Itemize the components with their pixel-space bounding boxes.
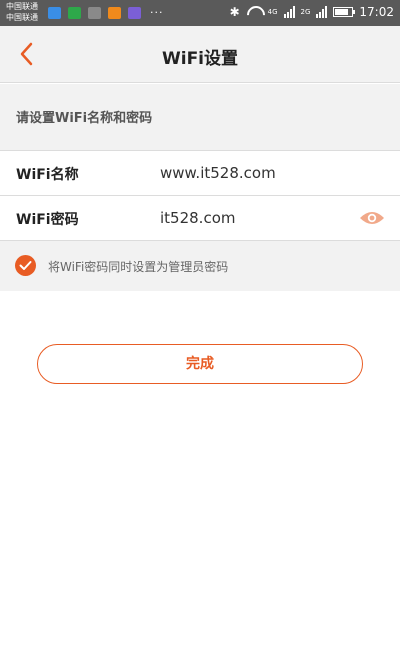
wifi-password-row: WiFi密码 [0,195,400,240]
network-type-4g: 4G [267,7,278,16]
checkmark-icon [19,261,32,270]
notification-icons: ··· [48,7,164,19]
app-notification-icon [48,7,61,19]
status-bar: 中国联通 中国联通 ··· ✱ 4G 2G 17:02 [0,0,400,26]
cell-signal-icon [316,6,328,18]
app-notification-icon [88,7,101,19]
battery-icon [333,7,356,17]
carrier-info: 中国联通 中国联通 [6,1,38,23]
app-notification-icon [68,7,81,19]
wifi-name-row: WiFi名称 [0,150,400,195]
page-title: WiFi设置 [161,49,239,69]
wifi-password-label: WiFi密码 [16,212,79,228]
system-status: ✱ 4G 2G 17:02 [230,5,394,19]
section-header-text: 请设置WiFi名称和密码 [16,111,153,126]
bluetooth-icon: ✱ [229,5,240,19]
cell-signal-icon [283,6,295,18]
app-notification-icon [108,7,121,19]
carrier-line-2: 中国联通 [6,13,38,22]
admin-password-checkbox[interactable] [15,255,36,276]
admin-password-option-label: 将WiFi密码同时设置为管理员密码 [48,260,229,274]
app-notification-icon [128,7,141,19]
wifi-signal-icon [246,6,262,18]
wifi-name-input[interactable] [160,160,340,186]
more-notifications-icon: ··· [150,6,164,19]
nav-bar: WiFi设置 [0,26,400,83]
clock: 17:02 [359,5,394,19]
eye-icon[interactable] [359,210,385,226]
carrier-line-1: 中国联通 [6,2,38,11]
section-header: 请设置WiFi名称和密码 [0,84,400,150]
network-type-2g: 2G [300,7,311,16]
wifi-password-input[interactable] [160,205,340,231]
done-button[interactable]: 完成 [37,344,363,384]
wifi-name-label: WiFi名称 [16,167,79,183]
admin-password-option: 将WiFi密码同时设置为管理员密码 [0,241,400,291]
